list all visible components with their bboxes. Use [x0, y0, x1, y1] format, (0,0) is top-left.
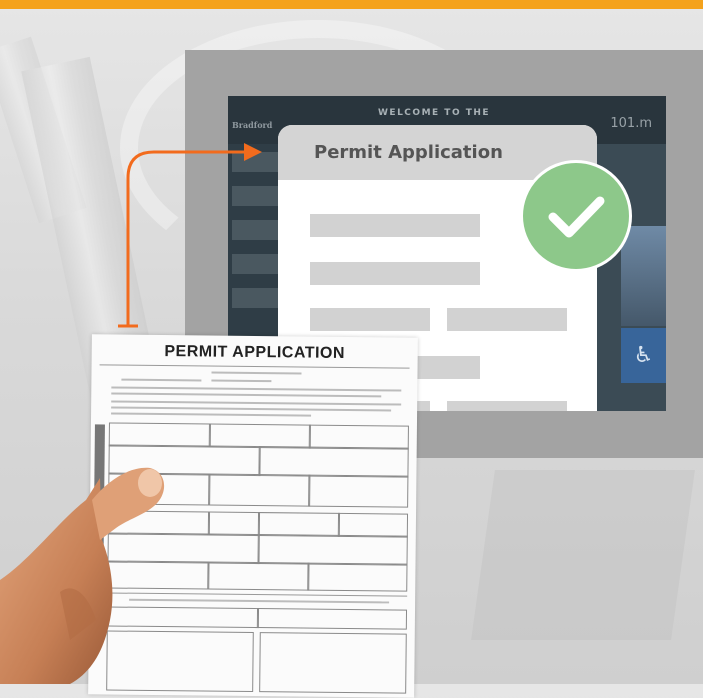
- hand-illustration: [0, 467, 165, 684]
